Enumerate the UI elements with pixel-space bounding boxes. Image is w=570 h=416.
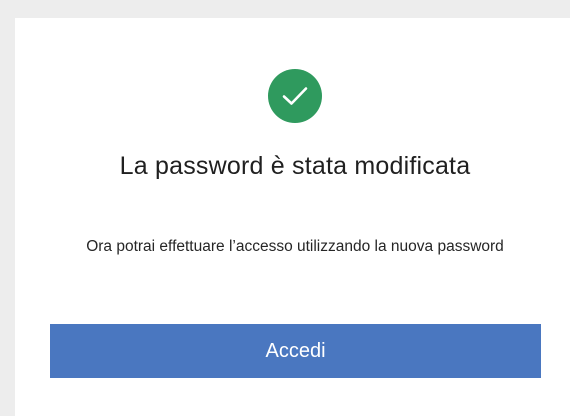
page-background: La password è stata modificata Ora potra… (0, 0, 570, 416)
login-button[interactable]: Accedi (50, 324, 541, 378)
success-message: Ora potrai effettuare l’accesso utilizza… (86, 238, 504, 255)
success-title: La password è stata modificata (119, 152, 471, 180)
checkmark-icon (268, 69, 322, 123)
